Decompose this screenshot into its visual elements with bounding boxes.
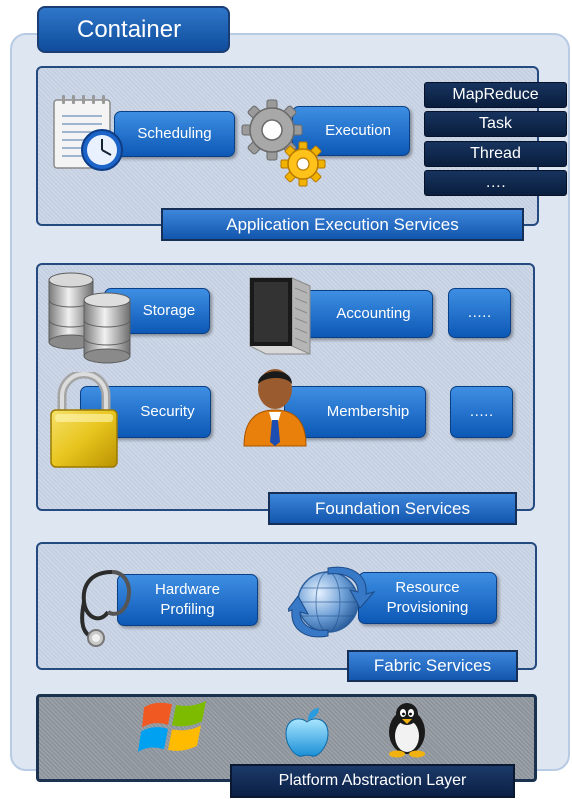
platform-abstraction-layer-text: Platform Abstraction Layer xyxy=(278,772,467,789)
task-label: Task xyxy=(479,115,512,132)
container-title: Container xyxy=(37,6,230,53)
hardware-label-line2: Profiling xyxy=(160,601,215,618)
security-label: Security xyxy=(140,403,195,420)
more-models: …. xyxy=(424,170,567,196)
ledger-book-icon xyxy=(249,277,311,355)
mapreduce-label: MapReduce xyxy=(452,86,539,103)
thread-label: Thread xyxy=(470,145,521,162)
database-icon xyxy=(48,272,131,364)
more-foundation-1-label: .…. xyxy=(467,304,492,321)
fabric-services-label: Fabric Services xyxy=(347,650,518,682)
task-model: Task xyxy=(424,111,567,137)
resource-provisioning-service: Resource Provisioning xyxy=(358,572,497,624)
more-foundation-1: .…. xyxy=(448,288,511,338)
resource-label-line1: Resource xyxy=(395,579,460,596)
application-execution-services-label: Application Execution Services xyxy=(161,208,524,241)
windows-logo-icon xyxy=(138,700,206,752)
hardware-label-line1: Hardware xyxy=(154,581,221,598)
resource-provisioning-label: Resource Provisioning xyxy=(387,578,469,618)
thread-model: Thread xyxy=(424,141,567,167)
globe-arrows-icon xyxy=(288,566,376,638)
gears-icon xyxy=(241,99,326,187)
stethoscope-icon xyxy=(80,570,131,647)
apple-logo-icon xyxy=(285,708,329,757)
scheduling-service: Scheduling xyxy=(114,111,235,157)
mapreduce-model: MapReduce xyxy=(424,82,567,108)
scheduling-label: Scheduling xyxy=(137,125,212,142)
more-foundation-2: .…. xyxy=(450,386,513,438)
execution-label: Execution xyxy=(325,122,391,139)
linux-penguin-icon xyxy=(389,703,425,758)
hardware-profiling-label: Hardware Profiling xyxy=(155,580,220,620)
padlock-icon xyxy=(50,372,118,468)
application-execution-services-text: Application Execution Services xyxy=(226,214,459,234)
more-foundation-2-label: .…. xyxy=(469,403,494,420)
fabric-services-text: Fabric Services xyxy=(373,656,492,675)
more-models-label: …. xyxy=(485,174,506,191)
membership-label: Membership xyxy=(326,403,410,420)
accounting-label: Accounting xyxy=(336,305,411,322)
storage-label: Storage xyxy=(142,302,196,319)
calendar-clock-icon xyxy=(53,95,123,171)
person-icon xyxy=(243,369,307,447)
platform-abstraction-layer-label: Platform Abstraction Layer xyxy=(230,764,515,798)
foundation-services-label: Foundation Services xyxy=(268,492,517,525)
resource-label-line2: Provisioning xyxy=(386,599,469,616)
foundation-services-text: Foundation Services xyxy=(315,498,470,518)
